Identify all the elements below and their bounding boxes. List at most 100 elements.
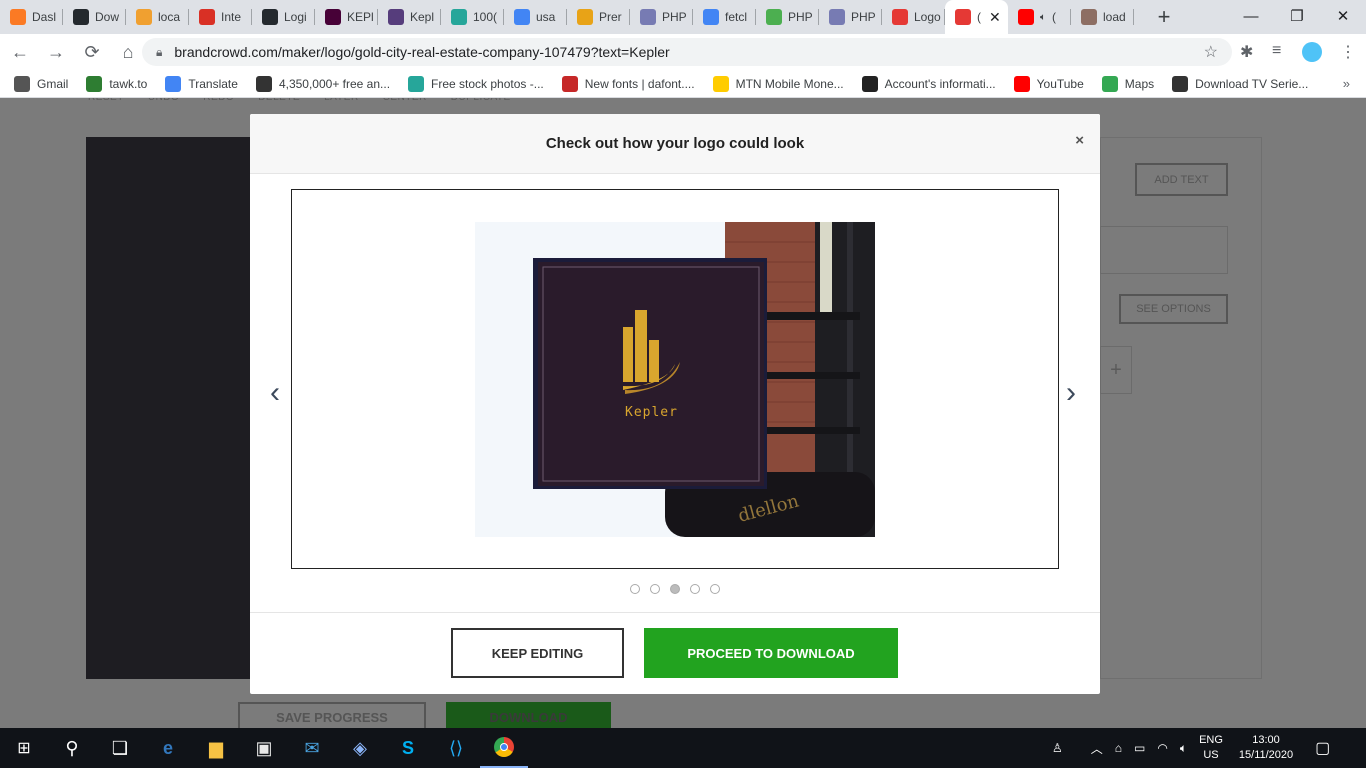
bookmark-item[interactable]: MTN Mobile Mone... <box>712 75 844 92</box>
carousel-dot[interactable] <box>690 584 700 594</box>
skype-icon[interactable]: S <box>384 728 432 768</box>
browser-tab[interactable]: (✕ <box>945 0 1008 34</box>
carousel-dot[interactable] <box>630 584 640 594</box>
editor-tool-reset[interactable]: RESET <box>88 98 124 103</box>
bookmark-item[interactable]: YouTube <box>1013 75 1084 92</box>
premium-icon <box>577 9 593 25</box>
browser-tab[interactable]: 🔈︎ ( <box>1008 0 1071 34</box>
browser-tab[interactable]: Logi <box>252 0 315 34</box>
bookmark-item[interactable]: 4,350,000+ free an... <box>255 75 390 92</box>
mail-icon[interactable]: ✉ <box>288 728 336 768</box>
chevron-up-icon[interactable]: ︿ <box>1091 740 1103 757</box>
bookmark-favicon-icon <box>861 75 878 92</box>
clock[interactable]: 13:00 15/11/2020 <box>1239 733 1293 763</box>
bookmark-item[interactable]: tawk.to <box>86 75 147 92</box>
download-button[interactable]: DOWNLOAD <box>446 702 611 728</box>
language-indicator[interactable]: ENG US <box>1199 733 1223 763</box>
save-progress-button[interactable]: SAVE PROGRESS <box>238 702 426 728</box>
bookmark-item[interactable]: Account's informati... <box>861 75 996 92</box>
task-view-icon[interactable]: ❏ <box>96 728 144 768</box>
close-icon[interactable]: × <box>1075 132 1084 149</box>
carousel-dot[interactable] <box>670 584 680 594</box>
carousel-dot[interactable] <box>710 584 720 594</box>
bookmark-favicon-icon <box>408 75 425 92</box>
browser-tab[interactable]: PHP <box>630 0 693 34</box>
file-explorer-icon[interactable]: ▆ <box>192 728 240 768</box>
tab-label: KEPl <box>347 10 374 24</box>
home-icon[interactable]: ⌂ <box>112 36 144 68</box>
restore-button[interactable]: ❐ <box>1274 0 1320 32</box>
editor-tool-delete[interactable]: DELETE <box>258 98 300 103</box>
browser-tab[interactable]: Kepl <box>378 0 441 34</box>
extensions-icon[interactable]: ✱ <box>1240 42 1253 62</box>
bookmark-item[interactable]: New fonts | dafont.... <box>561 75 695 92</box>
add-element-button[interactable]: + <box>1100 346 1132 394</box>
bookmark-item[interactable]: Free stock photos -... <box>408 75 544 92</box>
bookmarks-overflow-icon[interactable]: » <box>1343 76 1350 91</box>
reload-icon[interactable]: ⟳ <box>76 36 108 68</box>
close-tab-icon[interactable]: ✕ <box>989 9 1001 26</box>
editor-tool-duplicate[interactable]: DUPLICATE <box>451 98 511 103</box>
browser-tab[interactable]: PHP <box>819 0 882 34</box>
see-options-button[interactable]: SEE OPTIONS <box>1119 294 1228 324</box>
bookmark-item[interactable]: Download TV Serie... <box>1172 75 1308 92</box>
address-bar[interactable]: 🔒︎ brandcrowd.com/maker/logo/gold-city-r… <box>142 38 1232 66</box>
search-icon[interactable]: ⚲ <box>48 728 96 768</box>
browser-tab[interactable]: KEPl <box>315 0 378 34</box>
bookmark-label: Maps <box>1124 76 1155 91</box>
media-control-icon[interactable]: ≡ <box>1272 42 1281 60</box>
profile-avatar[interactable] <box>1302 42 1322 62</box>
bookmark-item[interactable]: Gmail <box>14 75 68 92</box>
carousel-dot[interactable] <box>650 584 660 594</box>
modal-title: Check out how your logo could look <box>545 135 805 152</box>
page-scrollbar[interactable] <box>1352 98 1366 728</box>
tab-audio-icon[interactable]: 🔈︎ <box>1040 12 1046 23</box>
browser-tab[interactable]: loca <box>126 0 189 34</box>
editor-tool-undo[interactable]: UNDO <box>148 98 179 103</box>
bookmark-favicon-icon <box>165 75 182 92</box>
editor-tool-redo[interactable]: REDO <box>203 98 234 103</box>
proceed-to-download-button[interactable]: PROCEED TO DOWNLOAD <box>644 628 898 678</box>
bookmark-item[interactable]: Translate <box>165 75 238 92</box>
logo-text: Kepler <box>625 405 678 420</box>
vscode-icon[interactable]: ⟨⟩ <box>432 728 480 768</box>
battery-icon[interactable]: ▭ <box>1134 741 1145 755</box>
browser-tab[interactable]: Prer <box>567 0 630 34</box>
new-tab-button[interactable]: + <box>1146 0 1182 34</box>
close-window-button[interactable]: ✕ <box>1320 0 1366 32</box>
wifi-icon[interactable]: ◠ <box>1157 741 1167 755</box>
chrome-icon[interactable] <box>480 728 528 768</box>
browser-tab[interactable]: fetcl <box>693 0 756 34</box>
people-icon[interactable]: ♙ <box>1052 741 1063 755</box>
browser-tab[interactable]: Logo <box>882 0 945 34</box>
windows-start-icon[interactable]: ⊞ <box>0 728 48 768</box>
back-icon[interactable]: ← <box>4 36 36 68</box>
browser-tab[interactable]: Dasl <box>0 0 63 34</box>
browser-tab[interactable]: Dow <box>63 0 126 34</box>
network-tray-icon[interactable]: ⌂ <box>1115 741 1122 755</box>
browser-tab[interactable]: usa <box>504 0 567 34</box>
notifications-icon[interactable]: ▢ <box>1315 738 1330 758</box>
tab-label: Dow <box>95 10 120 24</box>
forward-icon[interactable]: → <box>40 36 72 68</box>
keep-editing-button[interactable]: KEEP EDITING <box>451 628 624 678</box>
chevron-left-icon[interactable]: ‹ <box>270 376 280 410</box>
network-app-icon[interactable]: ◈ <box>336 728 384 768</box>
edge-icon[interactable]: e <box>144 728 192 768</box>
chrome-menu-icon[interactable]: ⋮ <box>1340 42 1356 62</box>
browser-tab[interactable]: PHP <box>756 0 819 34</box>
editor-tool-layer[interactable]: LAYER <box>324 98 359 103</box>
text-field[interactable] <box>1100 226 1228 274</box>
editor-tool-center[interactable]: CENTER <box>383 98 427 103</box>
store-icon[interactable]: ▣ <box>240 728 288 768</box>
bookmark-item[interactable]: Maps <box>1101 75 1155 92</box>
tab-label: PHP <box>788 10 813 24</box>
minimize-button[interactable]: — <box>1228 0 1274 32</box>
volume-icon[interactable]: 🔈︎ <box>1180 741 1187 756</box>
browser-tab[interactable]: Inte <box>189 0 252 34</box>
browser-tab[interactable]: 100( <box>441 0 504 34</box>
chevron-right-icon[interactable]: › <box>1066 376 1076 410</box>
add-text-button[interactable]: ADD TEXT <box>1135 163 1228 196</box>
browser-tab[interactable]: load <box>1071 0 1134 34</box>
bookmark-star-icon[interactable]: ☆ <box>1204 42 1218 62</box>
